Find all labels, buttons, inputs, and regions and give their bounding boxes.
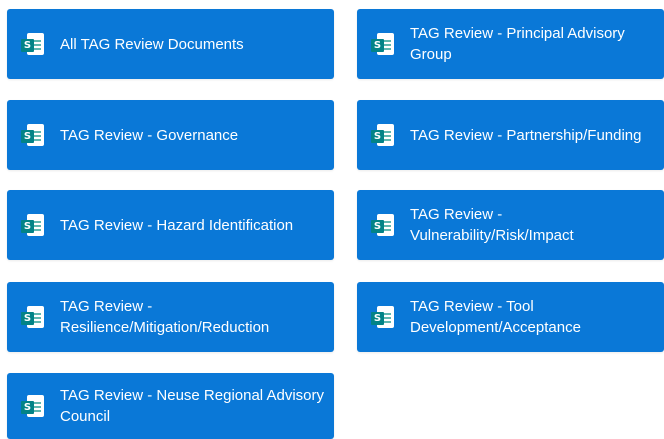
sharepoint-list-icon: S bbox=[371, 123, 395, 147]
quick-links-grid: S All TAG Review Documents S TAG Review … bbox=[0, 0, 664, 439]
quick-link-neuse-regional-advisory-council[interactable]: S TAG Review - Neuse Regional Advisory C… bbox=[7, 373, 334, 439]
sharepoint-list-icon: S bbox=[21, 123, 45, 147]
sharepoint-list-icon: S bbox=[21, 32, 45, 56]
quick-link-principal-advisory-group[interactable]: S TAG Review - Principal Advisory Group bbox=[357, 9, 664, 79]
sharepoint-list-icon: S bbox=[21, 394, 45, 418]
quick-link-governance[interactable]: S TAG Review - Governance bbox=[7, 100, 334, 170]
quick-link-all-tag-review-documents[interactable]: S All TAG Review Documents bbox=[7, 9, 334, 79]
quick-link-label: TAG Review - Resilience/Mitigation/Reduc… bbox=[60, 298, 270, 336]
quick-link-vulnerability-risk-impact[interactable]: S TAG Review - Vulnerability/Risk/Impact bbox=[357, 190, 664, 260]
quick-link-partnership-funding[interactable]: S TAG Review - Partnership/Funding bbox=[357, 100, 664, 170]
quick-link-label: TAG Review - Hazard Identification bbox=[60, 216, 294, 234]
sharepoint-list-icon: S bbox=[371, 305, 395, 329]
quick-link-label: TAG Review - Neuse Regional Advisory Cou… bbox=[60, 387, 324, 425]
quick-link-label: TAG Review - Partnership/Funding bbox=[410, 126, 642, 144]
quick-link-label: All TAG Review Documents bbox=[60, 35, 244, 53]
quick-link-label: TAG Review - Tool Development/Acceptance bbox=[410, 298, 581, 336]
sharepoint-list-icon: S bbox=[21, 305, 45, 329]
quick-link-label: TAG Review - Governance bbox=[60, 126, 239, 144]
quick-link-label: TAG Review - Vulnerability/Risk/Impact bbox=[410, 206, 574, 244]
quick-link-resilience-mitigation-reduction[interactable]: S TAG Review - Resilience/Mitigation/Red… bbox=[7, 282, 334, 352]
sharepoint-list-icon: S bbox=[371, 213, 395, 237]
sharepoint-list-icon: S bbox=[21, 213, 45, 237]
quick-link-tool-development-acceptance[interactable]: S TAG Review - Tool Development/Acceptan… bbox=[357, 282, 664, 352]
quick-link-label: TAG Review - Principal Advisory Group bbox=[410, 25, 625, 63]
sharepoint-list-icon: S bbox=[371, 32, 395, 56]
quick-link-hazard-identification[interactable]: S TAG Review - Hazard Identification bbox=[7, 190, 334, 260]
